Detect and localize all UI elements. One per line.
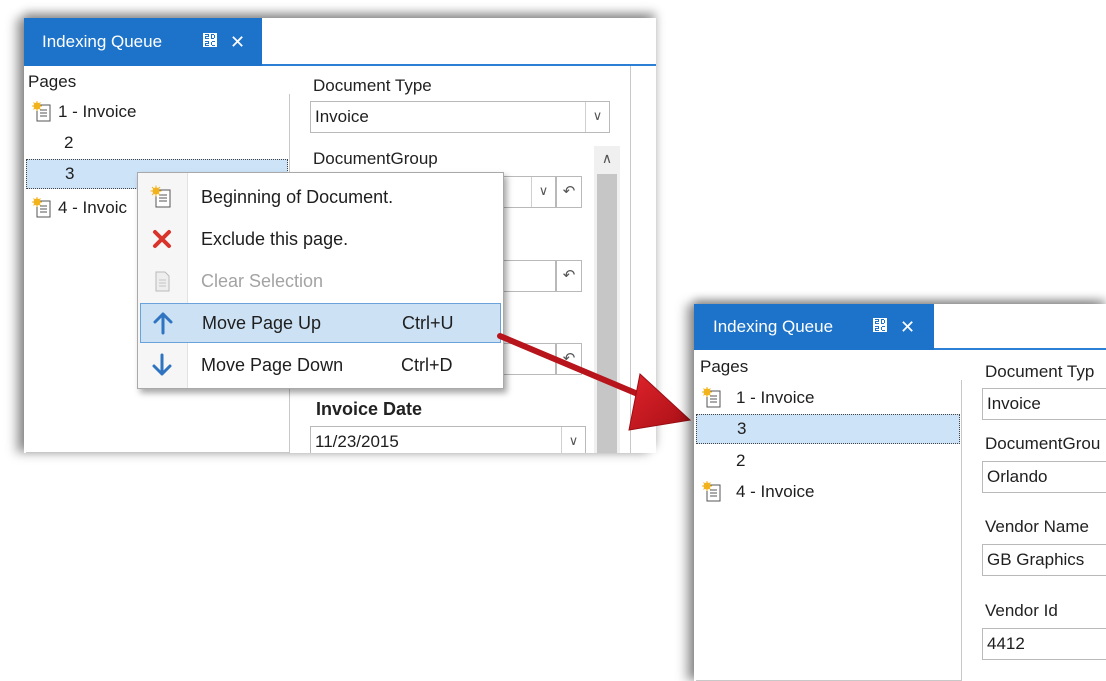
close-icon[interactable]: ✕ (900, 304, 915, 350)
document-star-icon (702, 387, 721, 408)
divider (630, 66, 631, 453)
menu-item-shortcut: Ctrl+U (402, 313, 454, 333)
menu-item-label: Move Page Up (202, 313, 322, 333)
context-menu: Beginning of Document. Exclude this page… (137, 172, 504, 389)
menu-item-label: Move Page Down (201, 355, 344, 375)
chevron-down-icon[interactable]: ∨ (531, 177, 555, 207)
tab-indexing-queue[interactable]: Indexing Queue ⴬ ✕ (694, 304, 934, 350)
document-group-label: DocumentGrou (985, 434, 1101, 453)
vendor-id-value: 4412 (987, 634, 1025, 653)
tab-indexing-queue[interactable]: Indexing Queue ⴬ ✕ (24, 18, 262, 66)
tab-title: Indexing Queue (713, 317, 834, 336)
document-group-label: DocumentGroup (313, 149, 438, 168)
menu-item-label: Clear Selection (201, 271, 324, 291)
menu-item-label: Beginning of Document. (201, 187, 394, 207)
pin-icon[interactable]: ⴬ (202, 18, 218, 66)
undo-icon[interactable]: ↶ (556, 343, 582, 375)
list-item-selected[interactable]: 3 (696, 414, 960, 444)
menu-item-beginning-of-document[interactable]: Beginning of Document. (140, 177, 501, 217)
invoice-date-value: 11/23/2015 (315, 432, 399, 451)
chevron-up-icon[interactable]: ∧ (594, 150, 620, 167)
page-label: 4 - Invoic (58, 198, 127, 217)
page-label: 2 (64, 133, 74, 152)
vendor-id-label: Vendor Id (985, 601, 1058, 620)
chevron-down-icon[interactable]: ∨ (585, 102, 609, 132)
document-type-select[interactable]: Invoice (982, 388, 1106, 420)
scrollbar[interactable]: ∧ (594, 146, 620, 453)
menu-item-clear-selection[interactable]: Clear Selection (140, 261, 501, 301)
document-gray-icon (155, 271, 170, 292)
red-x-icon (153, 230, 171, 248)
tab-title: Indexing Queue (42, 32, 163, 51)
undo-icon[interactable]: ↶ (556, 176, 582, 208)
vendor-name-value: GB Graphics (987, 550, 1085, 569)
menu-item-shortcut: Ctrl+D (401, 355, 453, 375)
menu-item-label: Exclude this page. (201, 229, 349, 249)
document-type-value: Invoice (315, 107, 369, 126)
menu-item-move-page-down[interactable]: Move Page Down Ctrl+D (140, 345, 501, 385)
list-item[interactable]: 2 (32, 128, 282, 158)
menu-item-move-page-up[interactable]: Move Page Up Ctrl+U (140, 303, 501, 343)
pin-icon[interactable]: ⴬ (872, 304, 888, 350)
chevron-down-icon[interactable]: ∨ (561, 427, 585, 453)
document-group-select[interactable]: Orlando (982, 461, 1106, 493)
vendor-name-label: Vendor Name (985, 517, 1089, 536)
page-label: 1 - Invoice (58, 102, 137, 121)
list-item[interactable]: 1 - Invoice (702, 383, 952, 413)
after-screenshot: Indexing Queue ⴬ ✕ Pages 1 - Invoice 3 2… (694, 304, 1106, 681)
document-star-icon (32, 197, 51, 218)
page-label: 3 (737, 419, 747, 438)
document-star-icon (32, 101, 51, 122)
document-type-label: Document Type (313, 76, 432, 95)
undo-icon[interactable]: ↶ (556, 260, 582, 292)
invoice-date-select[interactable]: 11/23/2015 ∨ (310, 426, 586, 453)
document-type-value: Invoice (987, 394, 1041, 413)
pages-label: Pages (28, 72, 77, 91)
document-type-label: Document Typ (985, 362, 1095, 381)
list-item[interactable]: 4 - Invoice (702, 477, 952, 507)
menu-item-exclude-page[interactable]: Exclude this page. (140, 219, 501, 259)
page-label: 3 (65, 164, 75, 183)
page-label: 1 - Invoice (736, 388, 815, 407)
invoice-date-label: Invoice Date (316, 399, 423, 419)
list-item[interactable]: 2 (702, 446, 952, 476)
document-type-select[interactable]: Invoice ∨ (310, 101, 610, 133)
arrow-down-icon (152, 353, 172, 376)
pages-label: Pages (700, 357, 749, 376)
page-label: 2 (736, 451, 746, 470)
page-label: 4 - Invoice (736, 482, 815, 501)
document-star-icon (150, 185, 171, 208)
vendor-name-input[interactable]: GB Graphics (982, 544, 1106, 576)
tab-strip: Indexing Queue ⴬ ✕ (694, 304, 1106, 350)
close-icon[interactable]: ✕ (230, 18, 245, 66)
document-star-icon (702, 481, 721, 502)
document-group-value: Orlando (987, 467, 1048, 486)
arrow-up-icon (153, 312, 173, 335)
vendor-id-input[interactable]: 4412 (982, 628, 1106, 660)
tab-strip: Indexing Queue ⴬ ✕ (24, 18, 656, 66)
scroll-thumb[interactable] (597, 174, 617, 453)
list-item[interactable]: 1 - Invoice (32, 97, 282, 127)
